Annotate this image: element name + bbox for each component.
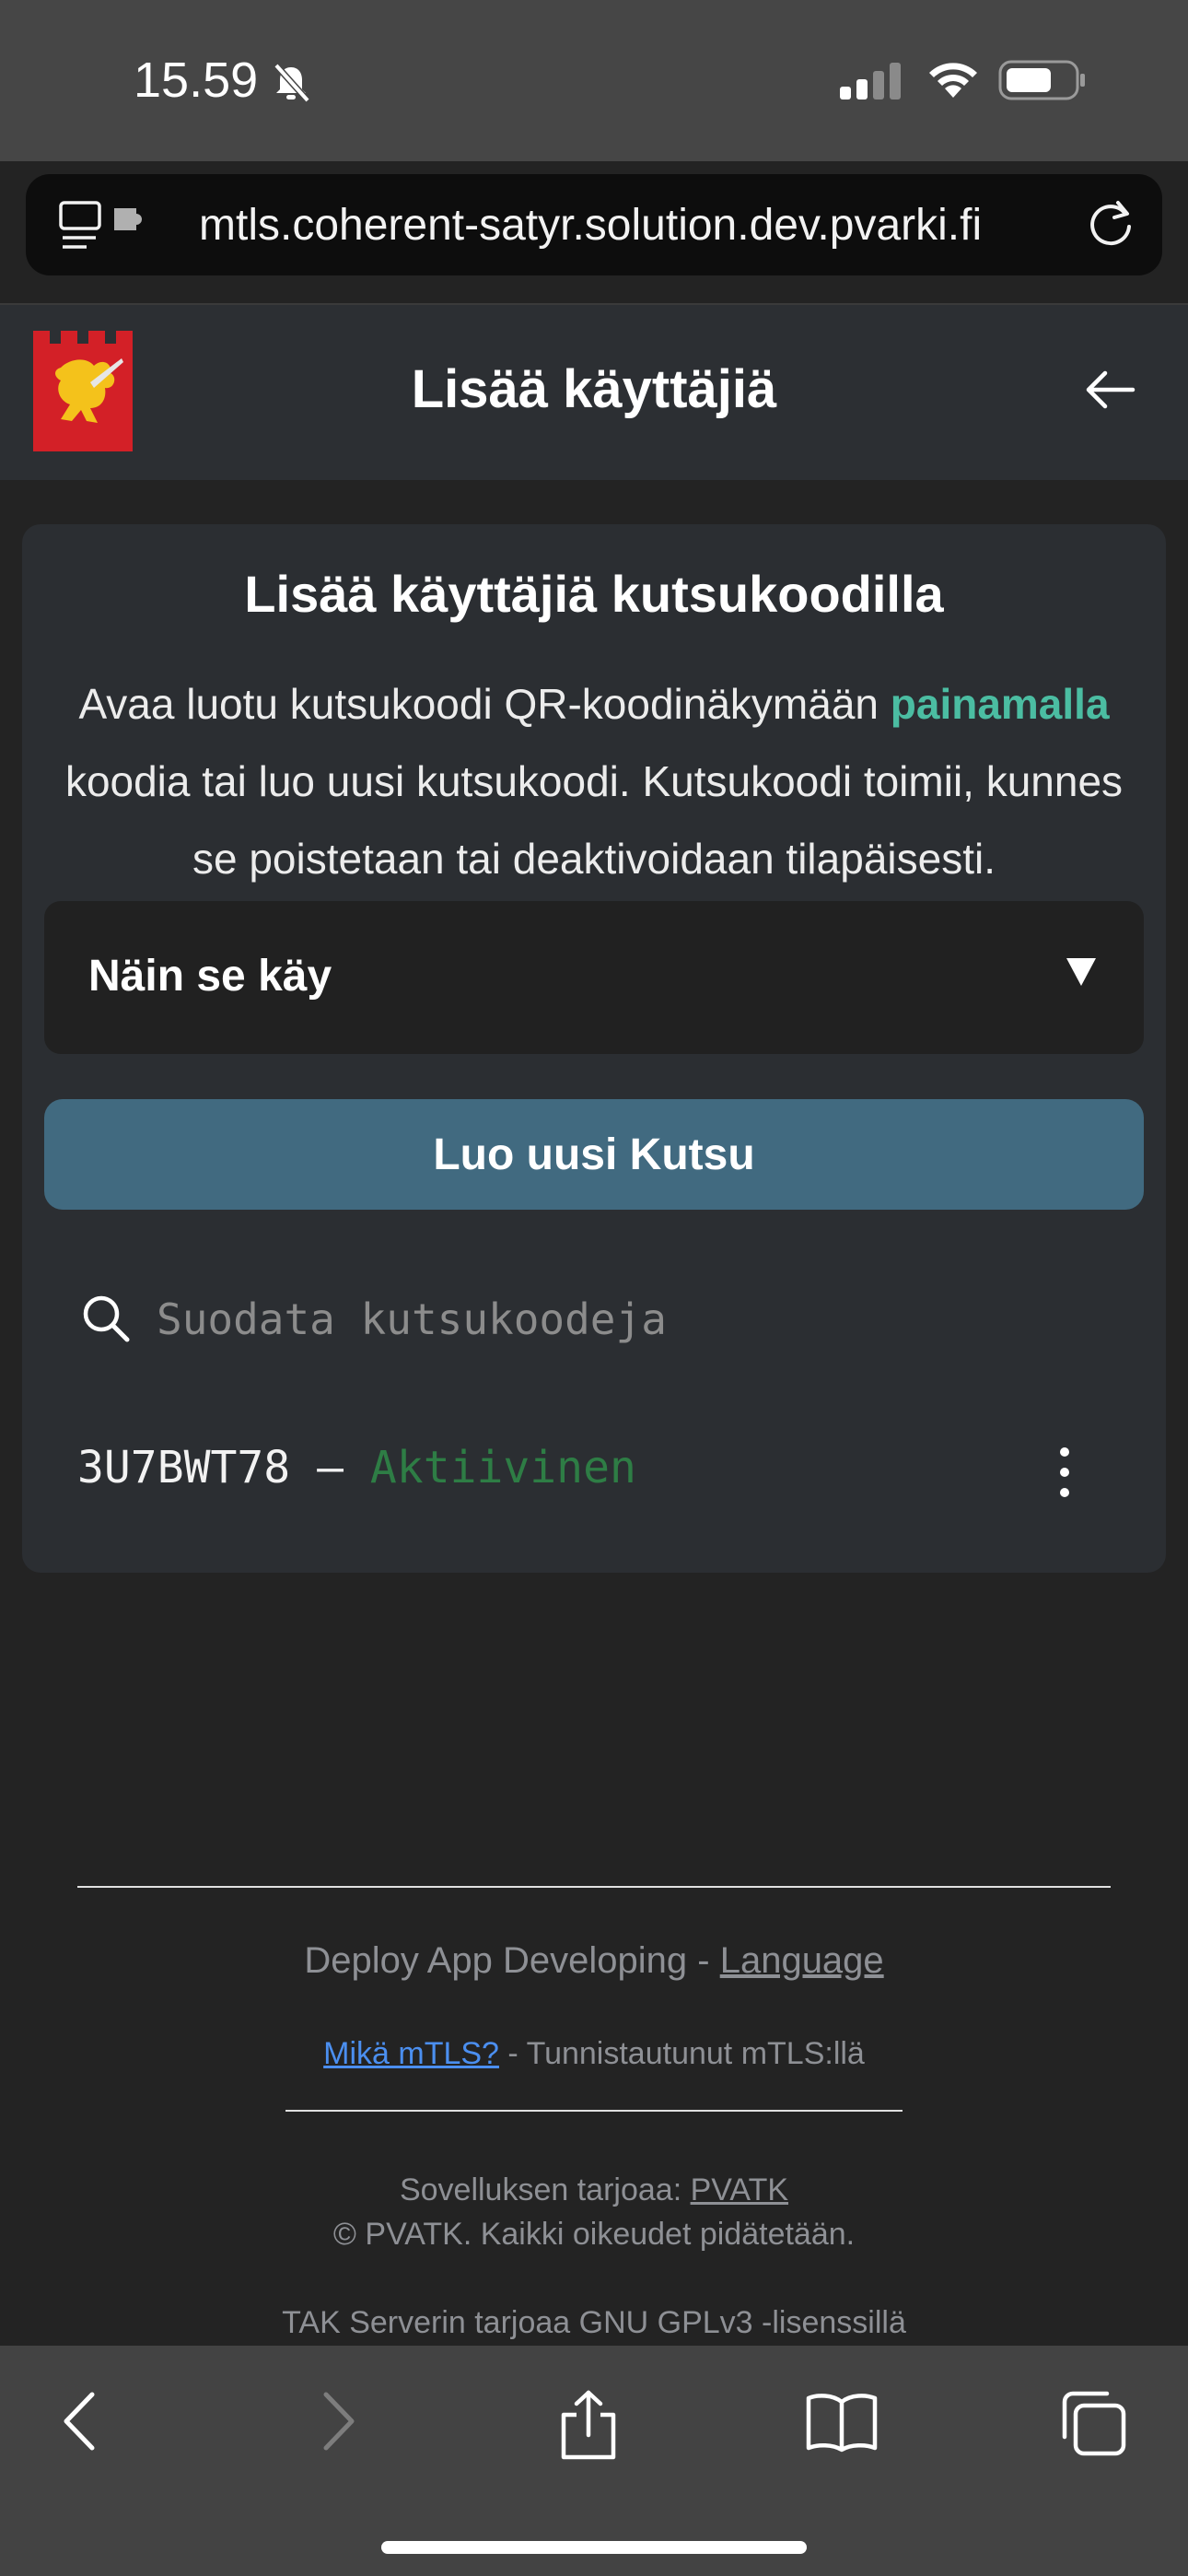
footer-divider-short [285,2110,903,2112]
footer-copyright: © PVATK. Kaikki oikeudet pidätetään. [332,2217,856,2252]
code-status: Aktiivinen [369,1442,636,1493]
home-indicator [381,2541,807,2554]
desc-text-post: koodia tai luo uusi kutsukoodi. Kutsukoo… [64,757,1124,883]
footer-tak-license: TAK Serverin tarjoaa GNU GPLv3 -lisenssi… [282,2305,906,2340]
page-menu-icon[interactable] [59,201,160,252]
provider-link[interactable]: PVATK [691,2172,788,2207]
footer-deploy-line: Deploy App Developing - Language [0,1940,1188,1982]
bell-muted-icon [274,63,310,103]
url-text[interactable]: mtls.coherent-satyr.solution.dev.pvarki.… [199,200,982,251]
footer-provider-line: Sovelluksen tarjoaa: PVATK [0,2172,1188,2208]
battery-icon [998,60,1085,100]
cellular-signal-icon [840,63,901,100]
how-it-works-label: Näin se käy [88,952,332,1001]
provider-text: Sovelluksen tarjoaa: [399,2172,691,2207]
footer-mtls-line: Mikä mTLS? - Tunnistautunut mTLS:llä [0,2036,1188,2072]
card-title: Lisää käyttäjiä kutsukoodilla [244,565,944,623]
language-link[interactable]: Language [720,1940,884,1981]
page-title: Lisää käyttäjiä [411,359,777,419]
search-icon [83,1295,130,1342]
deploy-text: Deploy App Developing - [304,1940,720,1981]
reload-icon[interactable] [1087,197,1135,249]
dropdown-triangle-icon [1066,958,1096,986]
code-separator: – [290,1442,370,1493]
invite-code: 3U7BWT78 [77,1442,291,1493]
wifi-icon [929,63,977,98]
footer-divider [77,1886,1111,1888]
mtls-info-link[interactable]: Mikä mTLS? [323,2036,499,2071]
desc-text-pre: Avaa luotu kutsukoodi QR-koodinäkymään [78,680,891,728]
tabs-icon[interactable] [1059,2389,1127,2457]
bookmarks-icon[interactable] [805,2389,879,2453]
back-icon[interactable] [57,2389,103,2453]
search-input[interactable] [157,1286,1077,1352]
more-options-icon[interactable] [1054,1445,1076,1500]
forward-icon[interactable] [315,2389,361,2453]
back-arrow-icon[interactable] [1083,367,1138,413]
status-time: 15.59 [134,53,259,108]
card-description: Avaa luotu kutsukoodi QR-koodinäkymään p… [44,665,1144,897]
invite-code-text: 3U7BWT78 – Aktiivinen [77,1442,636,1493]
create-invite-label: Luo uusi Kutsu [433,1130,755,1179]
desc-accent: painamalla [890,680,1110,728]
share-icon[interactable] [556,2389,621,2461]
mtls-status-text: - Tunnistautunut mTLS:llä [498,2036,865,2071]
